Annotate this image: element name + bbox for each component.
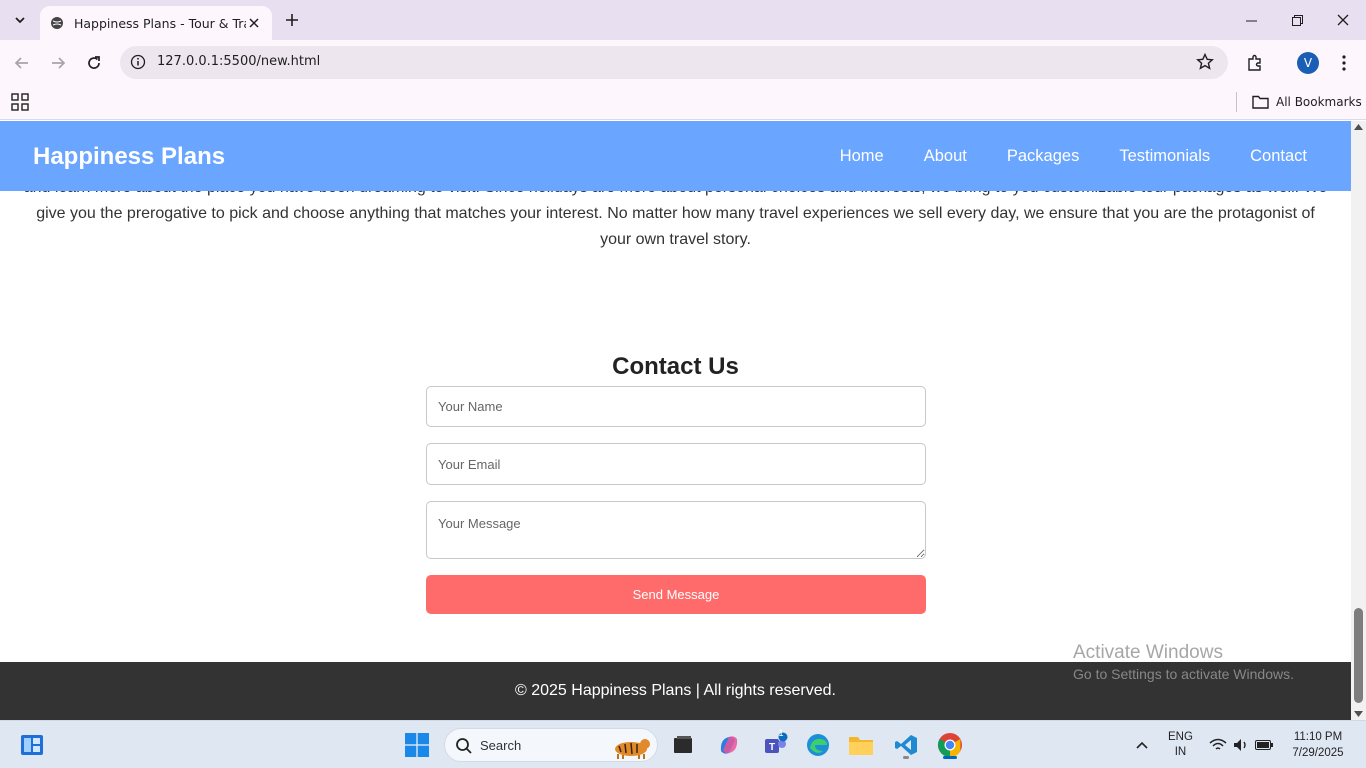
scroll-up-icon[interactable]	[1354, 124, 1363, 130]
tiger-illustration-icon	[615, 739, 650, 759]
activate-windows-watermark: Activate Windows Go to Settings to activ…	[1073, 642, 1294, 682]
nav-contact[interactable]: Contact	[1250, 147, 1307, 166]
address-bar[interactable]: 127.0.0.1:5500/new.html	[120, 46, 1228, 79]
widgets-button[interactable]	[16, 729, 48, 761]
close-icon	[1337, 14, 1349, 26]
forward-button[interactable]	[44, 49, 72, 77]
scrollbar-thumb[interactable]	[1354, 608, 1363, 703]
show-hidden-icons-button[interactable]	[1126, 729, 1158, 761]
task-view-button[interactable]	[667, 729, 699, 761]
active-app-indicator	[943, 756, 957, 759]
folder-icon	[1252, 95, 1269, 109]
name-input[interactable]	[426, 386, 926, 427]
vscode-button[interactable]	[890, 729, 922, 761]
restore-button[interactable]	[1274, 0, 1320, 40]
chevron-up-icon	[1136, 741, 1148, 749]
site-header: Happiness Plans Home About Packages Test…	[0, 121, 1351, 191]
restore-icon	[1291, 14, 1303, 26]
site-info-icon[interactable]	[130, 54, 146, 70]
chrome-button[interactable]	[934, 729, 966, 761]
browser-menu-button[interactable]	[1334, 50, 1354, 76]
teams-button[interactable]: T 1	[759, 728, 791, 761]
nav-packages[interactable]: Packages	[1007, 147, 1079, 166]
svg-text:T: T	[769, 742, 775, 753]
nav-about[interactable]: About	[924, 147, 967, 166]
plus-icon	[286, 14, 298, 26]
scroll-down-icon[interactable]	[1354, 711, 1363, 717]
page-scrollbar[interactable]	[1351, 121, 1366, 720]
minimize-icon	[1245, 20, 1257, 21]
send-message-button[interactable]: Send Message	[426, 575, 926, 614]
edge-button[interactable]	[802, 729, 834, 761]
clock-date: 7/29/2025	[1292, 747, 1344, 759]
language-indicator[interactable]: ENG IN	[1168, 721, 1193, 768]
wifi-icon	[1209, 738, 1227, 750]
close-tab-icon[interactable]	[246, 15, 262, 31]
new-tab-button[interactable]	[280, 8, 304, 32]
nav-testimonials[interactable]: Testimonials	[1119, 147, 1210, 166]
browser-tab-active[interactable]: Happiness Plans - Tour & Travel	[40, 6, 272, 40]
back-button[interactable]	[8, 49, 36, 77]
site-nav: Home About Packages Testimonials Contact	[840, 147, 1307, 166]
tab-title: Happiness Plans - Tour & Travel	[74, 15, 246, 31]
windows-logo-icon	[405, 733, 429, 757]
puzzle-icon	[1248, 54, 1261, 71]
url-text[interactable]: 127.0.0.1:5500/new.html	[157, 54, 320, 69]
message-textarea[interactable]	[426, 501, 926, 559]
watermark-title: Activate Windows	[1073, 642, 1223, 663]
chevron-down-icon	[15, 17, 25, 24]
volume-icon	[1234, 739, 1246, 751]
running-indicator	[903, 756, 909, 759]
browser-tab-strip: Happiness Plans - Tour & Travel	[0, 0, 1366, 40]
start-button[interactable]	[401, 729, 433, 761]
contact-title: Contact Us	[612, 353, 739, 380]
copilot-icon	[720, 736, 738, 754]
site-logo[interactable]: Happiness Plans	[33, 143, 225, 171]
bookmarks-bar: All Bookmarks	[0, 86, 1366, 120]
footer-copyright: © 2025 Happiness Plans | All rights rese…	[515, 682, 836, 699]
widgets-icon	[21, 735, 43, 755]
bookmarks-divider	[1236, 92, 1237, 112]
copilot-button[interactable]	[713, 729, 745, 761]
kebab-menu-icon	[1342, 55, 1346, 71]
search-label: Search	[480, 738, 522, 753]
folder-icon	[849, 737, 873, 755]
region-code: IN	[1174, 746, 1187, 758]
task-view-icon	[674, 736, 692, 753]
windows-taskbar: Search T 1 ENG IN 11:10 PM 7/29/2025	[0, 720, 1366, 768]
clock-time: 11:10 PM	[1293, 731, 1343, 743]
page-viewport: and learn more about the place you have …	[0, 121, 1351, 720]
chrome-icon	[937, 733, 962, 757]
nav-home[interactable]: Home	[840, 147, 884, 166]
teams-badge: 1	[778, 728, 784, 738]
search-icon	[456, 738, 472, 754]
watermark-subtitle: Go to Settings to activate Windows.	[1073, 666, 1294, 682]
all-bookmarks-label: All Bookmarks	[1276, 95, 1362, 109]
file-explorer-button[interactable]	[845, 729, 877, 761]
extensions-button[interactable]	[1242, 50, 1268, 76]
battery-icon	[1255, 740, 1273, 750]
arrow-right-icon	[52, 57, 66, 69]
taskbar-search[interactable]: Search	[444, 728, 658, 762]
globe-icon	[51, 17, 63, 29]
vscode-icon	[895, 735, 917, 755]
quick-settings-button[interactable]	[1204, 729, 1278, 761]
minimize-button[interactable]	[1228, 0, 1274, 40]
edge-icon	[807, 734, 829, 756]
reload-icon	[88, 56, 100, 69]
apps-grid-icon[interactable]	[11, 93, 29, 111]
close-window-button[interactable]	[1320, 0, 1366, 40]
system-clock[interactable]: 11:10 PM 7/29/2025	[1286, 721, 1350, 768]
profile-avatar[interactable]: V	[1297, 52, 1319, 74]
tab-search-button[interactable]	[6, 6, 34, 34]
all-bookmarks-button[interactable]: All Bookmarks	[1252, 92, 1362, 112]
language-code: ENG	[1168, 731, 1193, 743]
arrow-left-icon	[14, 57, 28, 69]
email-input[interactable]	[426, 443, 926, 485]
reload-button[interactable]	[80, 49, 108, 77]
bookmark-star-icon[interactable]	[1196, 53, 1214, 71]
